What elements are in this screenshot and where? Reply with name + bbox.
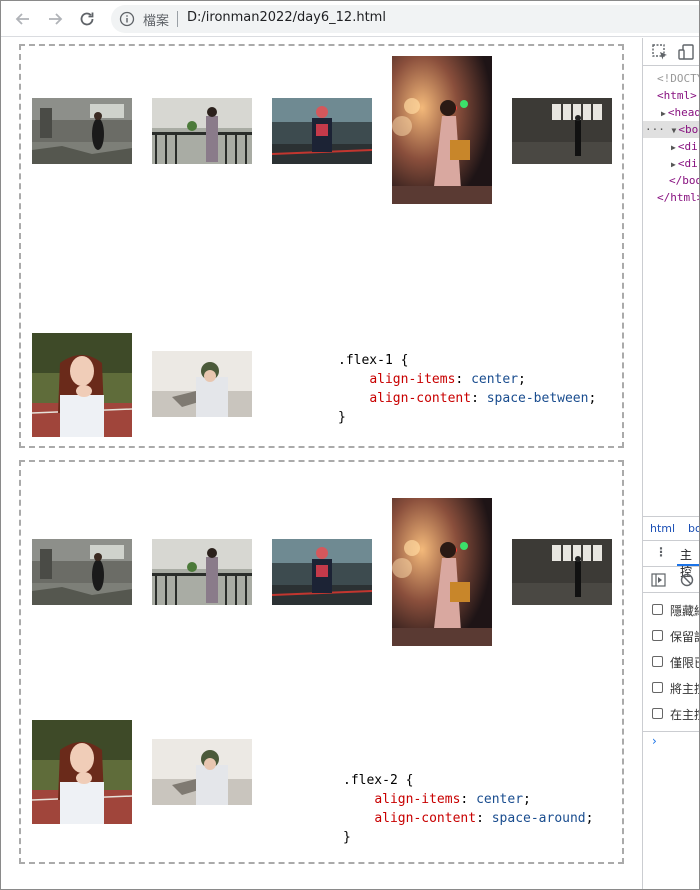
inspect-element-icon[interactable]: [651, 43, 669, 61]
breadcrumb-body[interactable]: bo: [688, 522, 699, 535]
photo-track-woman: [32, 333, 132, 437]
console-settings: 隱藏網 保留記 僅限已 將主控 在主控: [643, 593, 699, 727]
dom-div-node[interactable]: ▶ <di: [643, 155, 699, 172]
clear-console-icon[interactable]: [680, 573, 694, 587]
dom-div-node[interactable]: ▶ <di: [643, 138, 699, 155]
sidebar-toggle-icon[interactable]: [651, 573, 666, 587]
dom-head-node[interactable]: ▶ <head: [643, 104, 699, 121]
back-button[interactable]: [11, 7, 35, 31]
photo-night-woman: [392, 498, 492, 646]
kebab-menu-icon[interactable]: ⋮: [655, 545, 667, 559]
scheme-label: 檔案: [143, 14, 170, 29]
expand-triangle-icon[interactable]: ▶: [661, 109, 666, 118]
photo-leaning-woman: [152, 739, 252, 805]
back-arrow-icon: [15, 13, 29, 25]
devtools-drawer: html bo ⋮ 主控 隱藏網 保留記 僅限已 將主控 在主控 ›: [643, 516, 699, 889]
console-toolbar: [643, 567, 699, 593]
devtools-toolbar: [643, 38, 699, 66]
console-option[interactable]: 僅限已: [643, 649, 699, 675]
code-value: space-between: [486, 391, 589, 406]
drawer-tabbar: ⋮ 主控: [643, 541, 699, 579]
page-viewport: .flex-1 { align-items: center; align-con…: [1, 38, 642, 889]
photo-warehouse-woman: [512, 98, 612, 164]
console-option[interactable]: 將主控: [643, 675, 699, 701]
expand-triangle-icon[interactable]: ▶: [671, 143, 676, 152]
code-close-brace: }: [343, 830, 351, 845]
photo-hat-woman: [272, 98, 372, 164]
prompt-chevron-icon: ›: [652, 734, 657, 748]
forward-arrow-icon: [49, 13, 63, 25]
photo-leaning-woman: [152, 351, 252, 417]
photo-balcony-woman: [152, 98, 252, 164]
dom-tree: <!DOCTY <html> ▶<head ··· ▼<body ▶<di ▶<…: [643, 66, 699, 206]
console-option[interactable]: 隱藏網: [643, 597, 699, 623]
url-text[interactable]: D:/ironman2022/day6_12.html: [187, 10, 386, 25]
dom-doctype[interactable]: <!DOCTY: [643, 70, 699, 87]
active-tab-indicator: [677, 564, 699, 566]
code-property: align-items: [374, 792, 461, 807]
dom-body-close[interactable]: </bod: [643, 172, 699, 189]
flex-2-code-block: .flex-2 { align-items: center; align-con…: [343, 773, 594, 845]
devtools-panel: <!DOCTY <html> ▶<head ··· ▼<body ▶<di ▶<…: [642, 38, 699, 889]
checkbox[interactable]: [652, 708, 663, 719]
omnibox-separator: [177, 11, 178, 27]
checkbox[interactable]: [652, 656, 663, 667]
flex-2-container: .flex-2 { align-items: center; align-con…: [19, 460, 624, 864]
forward-button[interactable]: [43, 7, 67, 31]
dom-body-node[interactable]: ··· ▼<body: [643, 121, 699, 138]
collapse-triangle-icon[interactable]: ▼: [672, 126, 677, 135]
photo-hat-woman: [272, 539, 372, 605]
dom-html-close[interactable]: </html>: [643, 189, 699, 206]
photo-warehouse-woman: [512, 539, 612, 605]
code-value: center: [476, 792, 524, 807]
code-value: space-around: [491, 811, 586, 826]
address-bar[interactable]: 檔案 D:/ironman2022/day6_12.html: [111, 5, 699, 33]
photo-ruins-woman: [32, 98, 132, 164]
reload-button[interactable]: [75, 7, 99, 31]
browser-window: 檔案 D:/ironman2022/day6_12.html .flex-1 {…: [0, 0, 700, 890]
code-property: align-content: [369, 391, 472, 406]
device-toolbar-icon[interactable]: [677, 43, 695, 61]
code-property: align-content: [374, 811, 477, 826]
console-option[interactable]: 在主控: [643, 701, 699, 727]
breadcrumb: html bo: [643, 517, 699, 541]
checkbox[interactable]: [652, 630, 663, 641]
flex-1-code-block: .flex-1 { align-items: center; align-con…: [338, 353, 597, 425]
breadcrumb-html[interactable]: html: [650, 522, 675, 535]
console-prompt[interactable]: ›: [643, 731, 699, 753]
code-value: center: [471, 372, 519, 387]
photo-night-woman: [392, 56, 492, 204]
expand-triangle-icon[interactable]: ▶: [671, 160, 676, 169]
code-close-brace: }: [338, 410, 346, 425]
photo-balcony-woman: [152, 539, 252, 605]
browser-toolbar: 檔案 D:/ironman2022/day6_12.html: [1, 1, 699, 37]
code-selector: .flex-2 {: [343, 773, 414, 788]
photo-ruins-woman: [32, 539, 132, 605]
flex-1-container: .flex-1 { align-items: center; align-con…: [19, 44, 624, 448]
checkbox[interactable]: [652, 604, 663, 615]
reload-icon: [80, 12, 94, 26]
info-icon[interactable]: [119, 11, 135, 27]
code-selector: .flex-1 {: [338, 353, 409, 368]
dom-html-open[interactable]: <html>: [643, 87, 699, 104]
photo-track-woman: [32, 720, 132, 824]
console-option[interactable]: 保留記: [643, 623, 699, 649]
code-property: align-items: [369, 372, 456, 387]
checkbox[interactable]: [652, 682, 663, 693]
